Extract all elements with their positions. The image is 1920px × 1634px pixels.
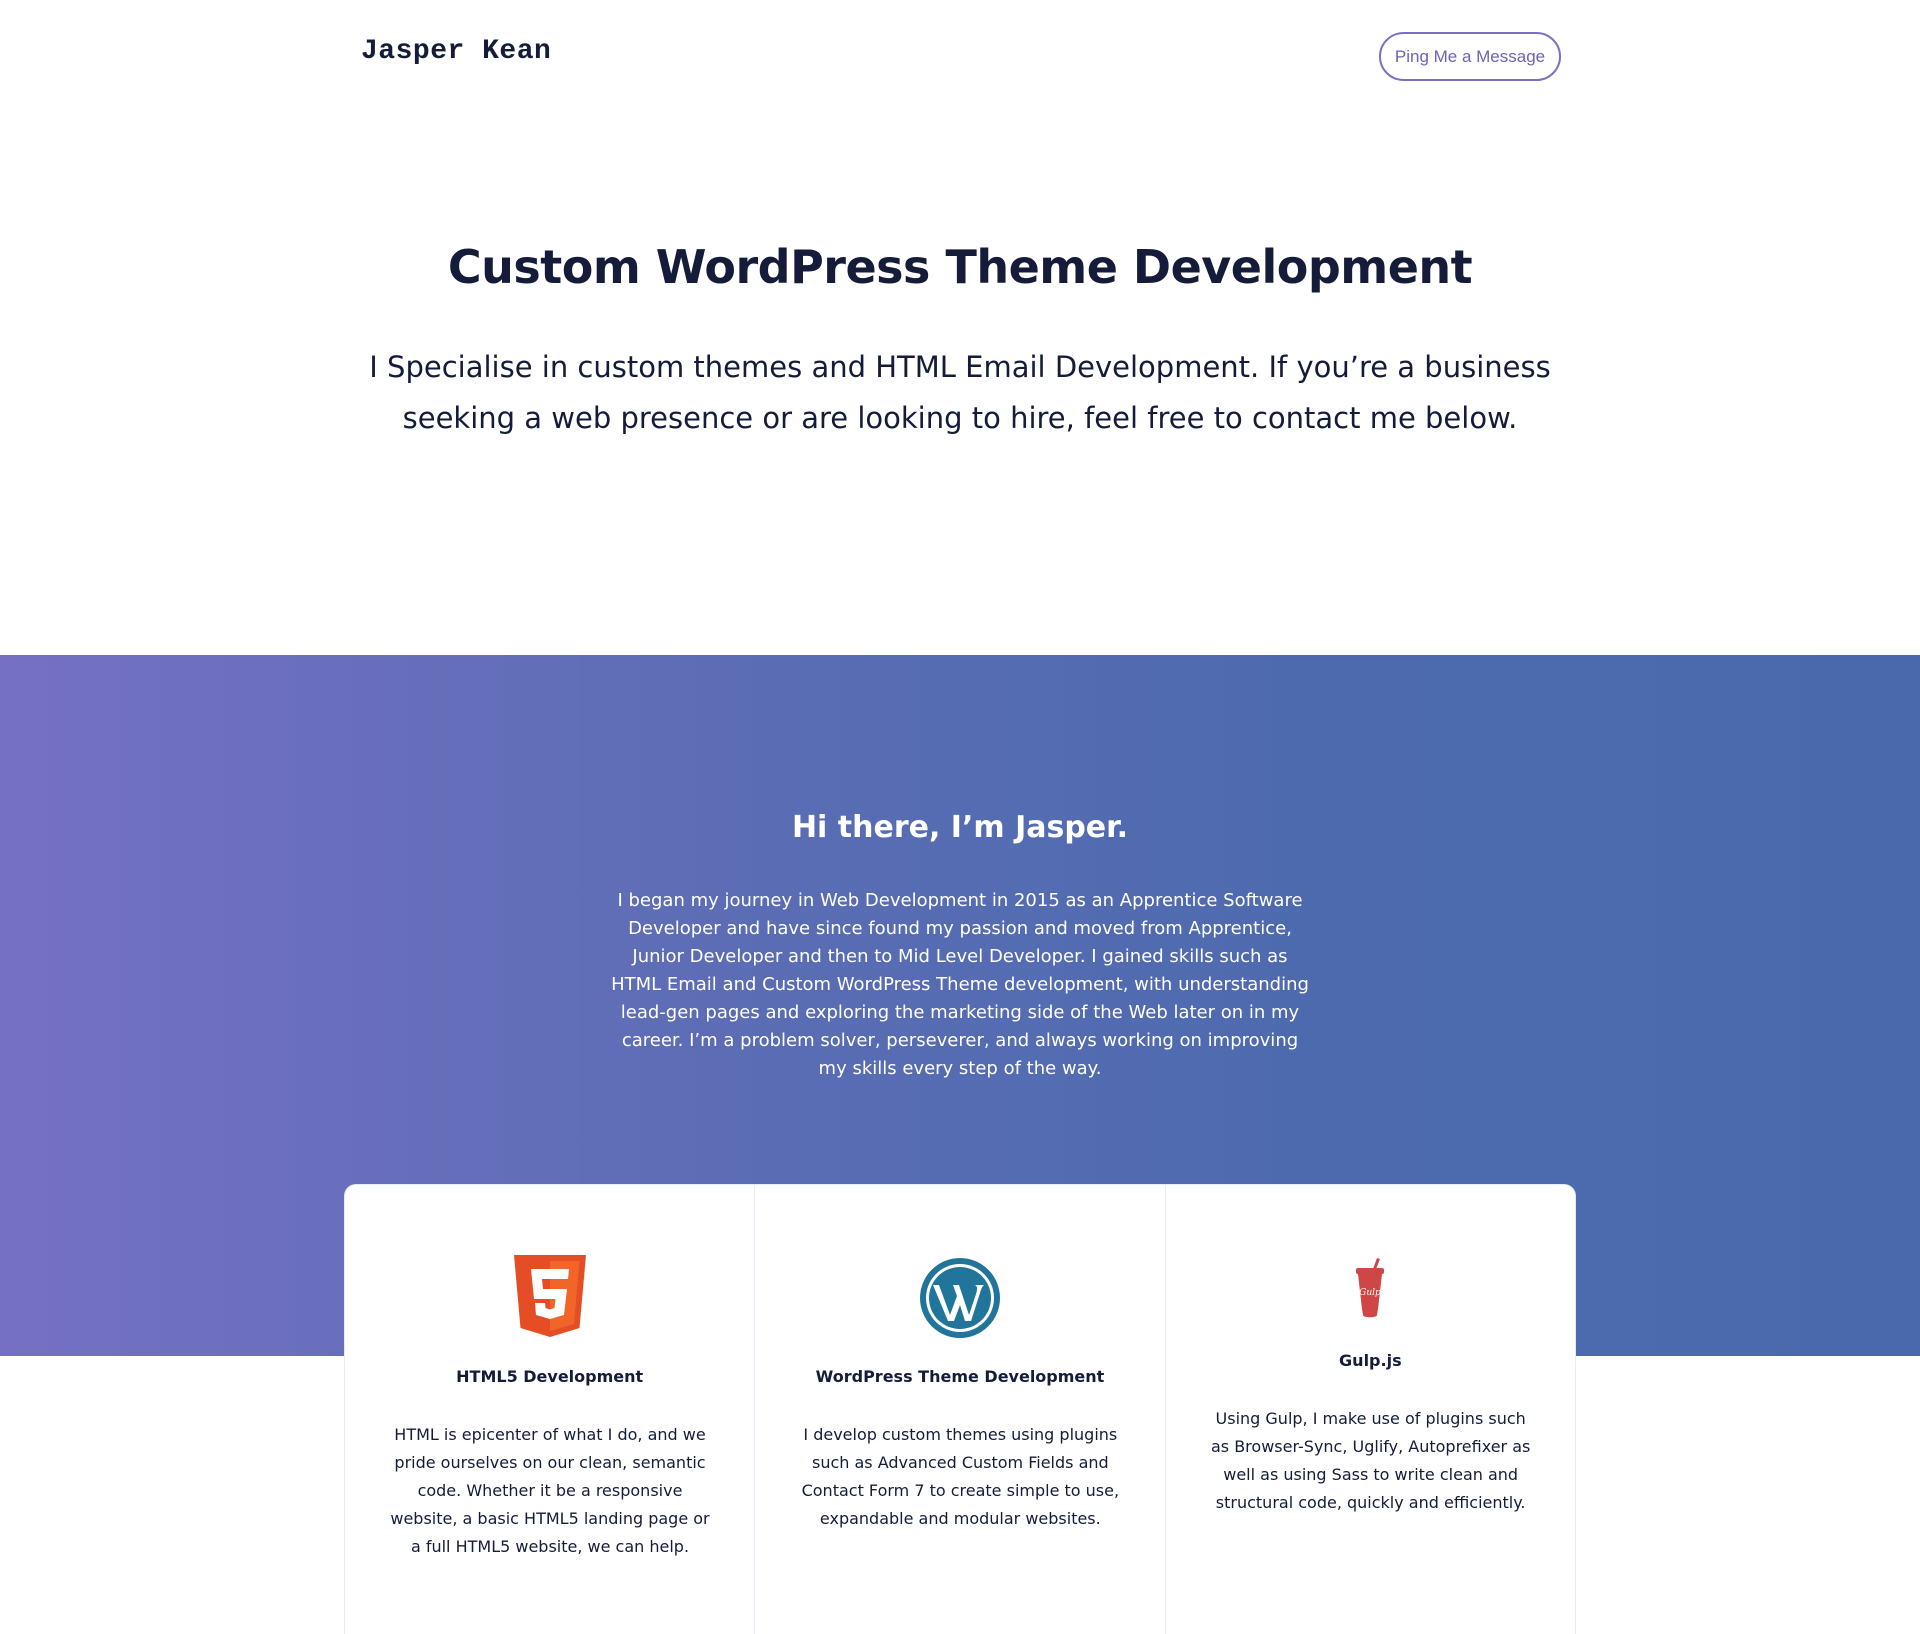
skill-description: Using Gulp, I make use of plugins such a… [1210,1409,1531,1512]
skill-description: I develop custom themes using plugins su… [801,1425,1120,1528]
about-text: I began my journey in Web Development in… [611,890,1309,1079]
skill-description: HTML is epicenter of what I do, and we p… [390,1425,710,1556]
about-title: Hi there, I’m Jasper. [791,810,1129,845]
hero-title: Custom WordPress Theme Development [447,240,1473,294]
site-logo[interactable]: Jasper Kean [361,36,551,67]
ping-me-button[interactable]: Ping Me a Message [1379,32,1561,81]
skill-column-html5: HTML5 Development HTML is epicenter of w… [345,1185,756,1634]
skills-card: HTML5 Development HTML is epicenter of w… [344,1184,1576,1634]
html5-icon [513,1255,586,1337]
hero-subtitle: I Specialise in custom themes and HTML E… [369,350,1551,435]
skill-column-gulp: Gulp Gulp.js Using Gulp, I make use of p… [1166,1185,1575,1634]
gulp-icon: Gulp [1353,1257,1387,1321]
wordpress-icon [919,1257,1001,1339]
skill-title: HTML5 Development [456,1367,644,1386]
skill-title: Gulp.js [1339,1351,1402,1370]
skill-column-wordpress: WordPress Theme Development I develop cu… [755,1185,1166,1634]
gulp-icon-text: Gulp [1359,1288,1381,1298]
site-header: Jasper Kean Ping Me a Message [0,0,1920,110]
skill-title: WordPress Theme Development [815,1367,1105,1386]
